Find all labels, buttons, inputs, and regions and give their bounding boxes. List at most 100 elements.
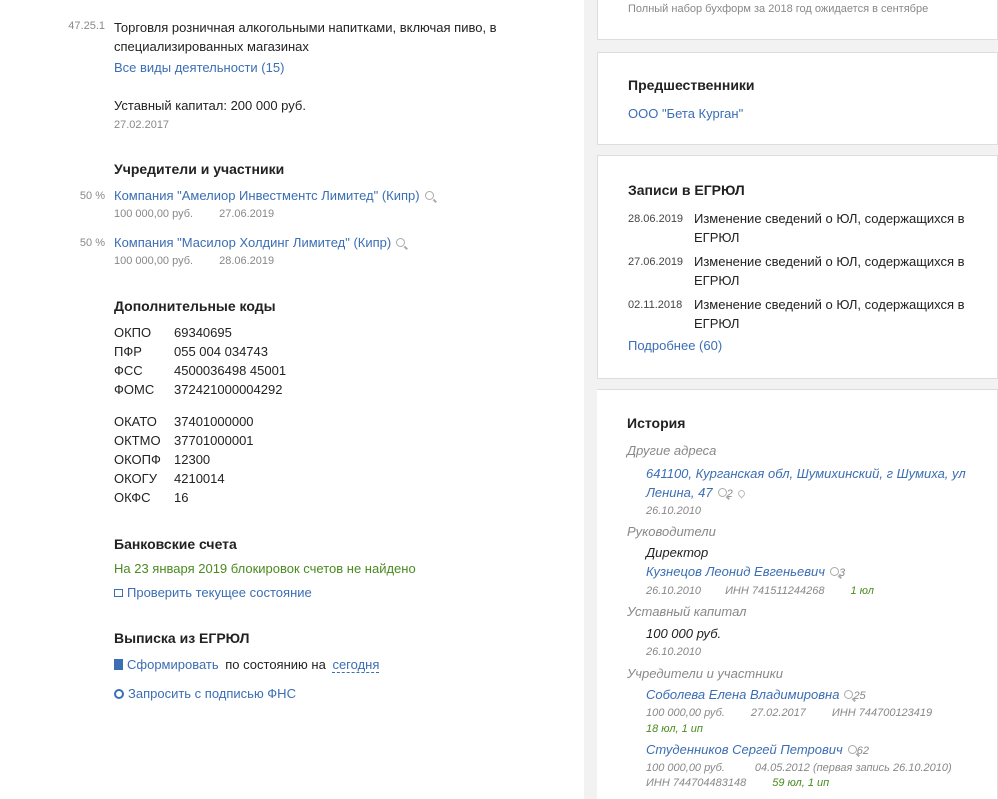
head-inn: ИНН 741511244268 (725, 585, 825, 597)
sidebar: Полный набор бухформ за 2018 год ожидает… (593, 0, 998, 799)
predecessors-heading: Предшественники (628, 77, 755, 93)
record-date: 27.06.2019 (628, 256, 684, 268)
form-extract-link[interactable]: Сформировать (127, 657, 219, 672)
record-text: Изменение сведений о ЮЛ, содержащихся в … (694, 209, 965, 247)
founder-amount: 100 000,00 руб. (114, 255, 194, 267)
request-fns-link[interactable]: Запросить с подписью ФНС (128, 686, 296, 701)
charter-capital: Уставный капитал: 200 000 руб. (114, 98, 306, 113)
code-row: ПФР 055 004 034743 (114, 342, 286, 361)
code-value: 372421000004292 (174, 382, 283, 397)
address-link-cont[interactable]: Ленина, 47 (646, 485, 713, 500)
record-text-line: ЕГРЮЛ (694, 316, 740, 331)
history-label-addresses: Другие адреса (627, 443, 717, 458)
code-key: ФОМС (114, 382, 155, 397)
founder-name-link[interactable]: Соболева Елена Владимировна (646, 687, 839, 702)
code-key: ОКАТО (114, 414, 157, 429)
record-date: 28.06.2019 (628, 213, 684, 225)
code-key: ОКПО (114, 325, 152, 340)
bank-accounts-heading: Банковские счета (114, 536, 237, 552)
history-label-capital: Уставный капитал (627, 604, 747, 619)
code-row: ОКАТО 37401000000 (114, 412, 254, 431)
codes-group-1: ОКПО 69340695 ПФР 055 004 034743 ФСС 450003… (114, 323, 286, 399)
record-date: 02.11.2018 (628, 299, 683, 311)
seal-icon (114, 689, 124, 699)
founder-ul-count[interactable]: 18 юл, 1 ип (646, 723, 703, 735)
form-extract-row: Сформировать по состоянию на сегодня (114, 657, 380, 673)
founders-heading: Учредители и участники (114, 161, 285, 177)
form-extract-text: по состоянию на (225, 657, 326, 672)
capital-value: 100 000 руб. (646, 626, 722, 641)
history-heading: История (627, 415, 686, 431)
founder-date: 27.06.2019 (219, 208, 275, 220)
code-key: ПФР (114, 344, 142, 359)
search-icon[interactable] (829, 567, 839, 576)
history-label-founders: Учредители и участники (627, 666, 783, 681)
activity-description: Торговля розничная алкогольными напиткам… (114, 18, 497, 56)
history-founder: Соболева Елена Владимировна 25 (646, 687, 866, 702)
code-row: ОКОГУ 4210014 (114, 469, 254, 488)
code-key: ОКФС (114, 490, 151, 505)
head-row: Кузнецов Леонид Евгеньевич 3 (646, 564, 845, 579)
code-value: 055 004 034743 (174, 344, 268, 359)
external-window-icon (114, 589, 123, 597)
founder-amount: 100 000,00 руб. (646, 762, 725, 774)
head-meta: 26.10.2010 ИНН 741511244268 1 юл (646, 585, 986, 597)
record-text-line: Изменение сведений о ЮЛ, содержащихся в (694, 297, 965, 312)
history-label-heads: Руководители (627, 524, 716, 539)
record-text-line: Изменение сведений о ЮЛ, содержащихся в (694, 254, 965, 269)
okved-code: 47.25.1 (68, 20, 105, 32)
founder-name-link[interactable]: Компания "Амелиор Инвестментс Лимитед" (… (114, 188, 420, 203)
head-role: Директор (646, 545, 709, 560)
founder-ul-count[interactable]: 59 юл, 1 ип (772, 777, 829, 789)
search-icon[interactable] (847, 745, 857, 754)
activity-line-2: специализированных магазинах (114, 39, 309, 54)
founder-meta: 100 000,00 руб. 27.02.2017 ИНН 74470012341… (646, 707, 986, 719)
code-value: 69340695 (174, 325, 232, 340)
code-value: 37401000000 (174, 414, 254, 429)
request-fns-row: Запросить с подписью ФНС (114, 686, 296, 701)
predecessor-link[interactable]: ООО "Бета Курган" (628, 106, 743, 121)
capital-date: 26.10.2010 (646, 646, 702, 658)
address-link[interactable]: 641100, Курганская обл, Шумихинский, г Ш… (646, 466, 966, 481)
founder-name-link[interactable]: Компания "Масилор Холдинг Лимитед" (Кипр… (114, 235, 391, 250)
founder-meta: 100 000,00 руб. 28.06.2019 (114, 255, 274, 267)
document-icon (114, 659, 123, 670)
head-ul-count[interactable]: 1 юл (850, 585, 873, 597)
record-text: Изменение сведений о ЮЛ, содержащихся в … (694, 295, 965, 333)
code-key: ОКОПФ (114, 452, 161, 467)
all-activities-link[interactable]: Все виды деятельности (15) (114, 60, 284, 75)
egrul-extract-heading: Выписка из ЕГРЮЛ (114, 630, 250, 646)
code-row: ФОМС 372421000004292 (114, 380, 286, 399)
founder-item: Компания "Масилор Холдинг Лимитед" (Кипр… (114, 235, 406, 250)
bank-status: На 23 января 2019 блокировок счетов не н… (114, 561, 416, 576)
founder-meta: 100 000,00 руб. 04.05.2012 (первая запись… (646, 762, 986, 774)
check-status-link[interactable]: Проверить текущее состояние (127, 585, 312, 600)
record-text-line: ЕГРЮЛ (694, 230, 740, 245)
search-icon[interactable] (844, 690, 854, 699)
record-text: Изменение сведений о ЮЛ, содержащихся в … (694, 252, 965, 290)
head-date: 26.10.2010 (646, 585, 702, 597)
code-value: 4210014 (174, 471, 225, 486)
search-icon[interactable] (424, 191, 434, 200)
founder-share: 50 % (79, 190, 105, 202)
date-selector[interactable]: сегодня (332, 657, 380, 673)
search-icon[interactable] (396, 238, 406, 247)
zigzag-edge (593, 390, 601, 799)
more-records-link[interactable]: Подробнее (60) (628, 338, 722, 353)
code-row: ОКФС 16 (114, 488, 254, 507)
code-key: ОКОГУ (114, 471, 157, 486)
founder-meta-2: ИНН 744704483148 59 юл, 1 ип (646, 777, 829, 789)
history-founder: Студенников Сергей Петрович 62 (646, 742, 869, 757)
founder-date: 28.06.2019 (219, 255, 275, 267)
founder-name-link[interactable]: Студенников Сергей Петрович (646, 742, 843, 757)
code-value: 16 (174, 490, 189, 505)
founder-amount: 100 000,00 руб. (646, 707, 725, 719)
founder-inn: ИНН 744704483148 (646, 777, 747, 789)
head-name-link[interactable]: Кузнецов Леонид Евгеньевич (646, 564, 825, 579)
search-icon[interactable] (717, 488, 727, 497)
code-row: ФСС 4500036498 45001 (114, 361, 286, 380)
financials-card: Полный набор бухформ за 2018 год ожидает… (597, 0, 998, 40)
code-value: 4500036498 45001 (174, 363, 287, 378)
map-pin-icon[interactable] (736, 488, 747, 499)
activity-line-1: Торговля розничная алкогольными напиткам… (114, 20, 497, 35)
